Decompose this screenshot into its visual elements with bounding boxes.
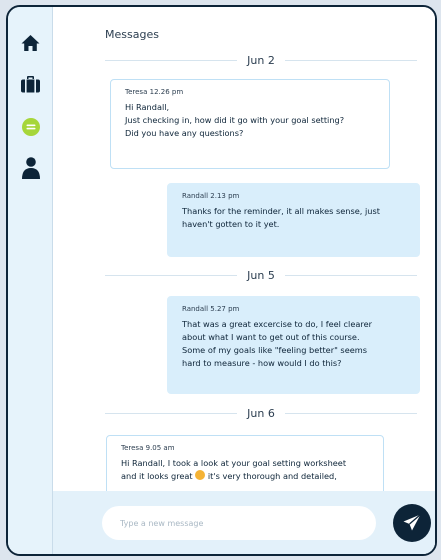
date-label: Jun 6 [247, 406, 275, 420]
message-bubble-outgoing: Randall 2.13 pm Thanks for the reminder,… [167, 183, 420, 257]
briefcase-icon [21, 75, 40, 92]
message-text: That was a great excercise to do, I feel… [182, 319, 372, 368]
sidebar-item-messages[interactable] [8, 113, 53, 141]
message-text: Thanks for the reminder, it all makes se… [182, 206, 380, 229]
date-label: Jun 5 [247, 268, 275, 282]
message-meta: Randall 5.27 pm [182, 305, 240, 313]
message-composer [53, 491, 435, 554]
message-bubble-incoming: Teresa 12.26 pm Hi Randall, Just checkin… [110, 79, 390, 169]
sidebar-item-home[interactable] [8, 29, 53, 57]
sidebar-item-courses[interactable] [8, 70, 53, 98]
messages-panel: Messages Jun 2 Teresa 12.26 pm Hi Randal… [53, 7, 435, 554]
message-bubble-outgoing: Randall 5.27 pm That was a great excerci… [167, 296, 420, 394]
app-window: Messages Jun 2 Teresa 12.26 pm Hi Randal… [6, 5, 437, 556]
date-separator: Jun 5 [105, 268, 417, 282]
date-label: Jun 2 [247, 53, 275, 67]
chat-bubble-icon [21, 118, 40, 136]
message-meta: Randall 2.13 pm [182, 192, 240, 200]
page-title: Messages [105, 28, 159, 41]
send-button[interactable] [393, 504, 431, 542]
message-text: Hi Randall, I took a look at your goal s… [121, 458, 347, 481]
date-separator: Jun 2 [105, 53, 417, 67]
home-icon [21, 35, 40, 51]
smiley-emoji-icon [195, 470, 206, 480]
date-separator: Jun 6 [105, 406, 417, 420]
new-message-input[interactable] [102, 506, 376, 540]
paper-plane-icon [403, 514, 421, 531]
message-meta: Teresa 12.26 pm [125, 88, 184, 96]
message-meta: Teresa 9.05 am [121, 444, 175, 452]
message-text: Hi Randall, Just checking in, how did it… [125, 102, 345, 138]
person-icon [21, 157, 40, 179]
sidebar-item-profile[interactable] [8, 154, 53, 182]
sidebar [8, 7, 53, 554]
